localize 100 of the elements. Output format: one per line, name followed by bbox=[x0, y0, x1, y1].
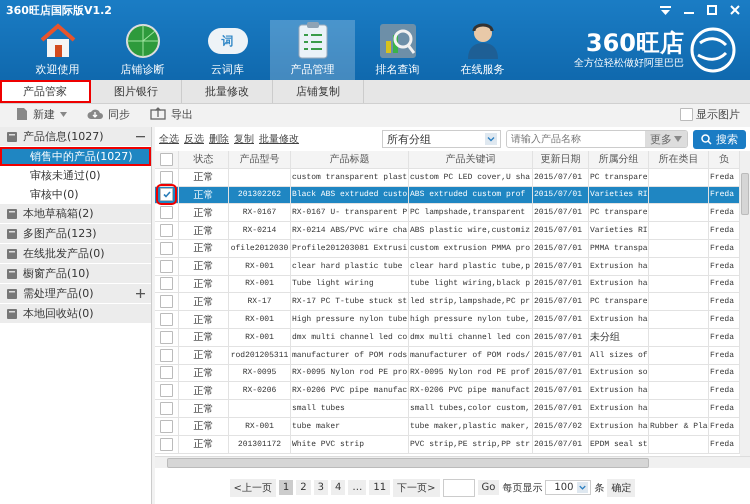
table-row[interactable]: 正常 RX-001 Tube light wiring tube light wiring,black p 2015/07/01 Extrusion ha Freda bbox=[155, 276, 740, 294]
nav-tab[interactable]: 排名查询 bbox=[355, 20, 440, 80]
nav-tab[interactable]: 店铺诊断 bbox=[100, 20, 185, 80]
column-header[interactable]: 状态 bbox=[179, 151, 229, 168]
row-checkbox[interactable] bbox=[160, 277, 173, 290]
table-cell: Freda bbox=[710, 172, 734, 182]
table-row[interactable]: 正常 RX-001 clear hard plastic tube clear hard plastic tube,p 2015/07/01 Extrusion ha Freda bbox=[155, 258, 740, 276]
table-row[interactable]: 正常 RX-0214 RX-0214 ABS/PVC wire cha ABS plastic wire,customiz 2015/07/01 Varieties RI Freda bbox=[155, 222, 740, 240]
row-checkbox[interactable] bbox=[160, 313, 173, 326]
row-checkbox[interactable] bbox=[160, 438, 173, 451]
table-row[interactable]: 正常 RX-0206 RX-0206 PVC pipe manufac RX-0206 PVC pipe manufact 2015/07/01 Extrusion ha Freda bbox=[155, 382, 740, 400]
row-checkbox[interactable] bbox=[160, 170, 173, 184]
table-cell: Extrusion ha bbox=[590, 386, 648, 396]
sidebar-group[interactable]: 本地草稿箱(2) bbox=[0, 204, 151, 224]
group-dropdown[interactable]: 所有分组 bbox=[382, 130, 501, 148]
column-header[interactable]: 更新日期 bbox=[533, 151, 589, 168]
table-row[interactable]: 正常 201302262 Black ABS extruded custo ABS extruded custom prof 2015/07/01 Varieties RI Freda bbox=[155, 186, 740, 204]
row-checkbox[interactable] bbox=[160, 242, 173, 255]
page-button[interactable]: 3 bbox=[314, 480, 328, 495]
show-images-checkbox[interactable]: 显示图片 bbox=[680, 106, 740, 122]
table-row[interactable]: 正常 RX-17 RX-17 PC T-tube stuck st led strip,lampshade,PC pr 2015/07/01 PC transpare Freda bbox=[155, 293, 740, 312]
chevron-icon bbox=[577, 482, 588, 493]
sidebar-group[interactable]: 橱窗产品(10) bbox=[0, 264, 151, 284]
column-header[interactable]: 所在类目 bbox=[649, 151, 709, 168]
page-input[interactable] bbox=[442, 478, 475, 496]
column-header[interactable]: 产品型号 bbox=[229, 151, 291, 168]
menu-icon[interactable] bbox=[660, 6, 671, 14]
toolbar-button[interactable]: 同步 bbox=[87, 106, 130, 122]
table-cell: Freda bbox=[710, 368, 734, 378]
sub-tab[interactable]: 图片银行 bbox=[91, 80, 182, 103]
sidebar-group[interactable]: 产品信息(1027) bbox=[0, 127, 151, 147]
table-row[interactable]: 正常 RX-0095 RX-0095 Nylon rod PE pro RX-0095 Nylon rod PE prof 2015/07/01 Extrusion so Freda bbox=[155, 364, 740, 382]
table-row[interactable]: 正常 small tubes small tubes,color custom, 2015/07/01 Extrusion ha Freda bbox=[155, 400, 740, 418]
nav-tab[interactable]: 欢迎使用 bbox=[15, 20, 100, 80]
confirm-button[interactable]: 确定 bbox=[607, 478, 636, 496]
row-checkbox[interactable] bbox=[160, 295, 173, 308]
table-row[interactable]: 正常 RX-001 High pressure nylon tube high pressure nylon tube, 2015/07/01 Extrusion ha Freda bbox=[155, 311, 740, 329]
horizontal-scrollbar[interactable] bbox=[155, 456, 750, 468]
sidebar-group[interactable]: 多图产品(123) bbox=[0, 224, 151, 244]
sub-tab[interactable]: 批量修改 bbox=[182, 80, 273, 103]
toolbar-button[interactable]: 导出 bbox=[150, 106, 193, 122]
sub-tab[interactable]: 产品管家 bbox=[0, 80, 91, 103]
action-link[interactable]: 复制 bbox=[234, 132, 254, 146]
table-row[interactable]: 正常 rod201205311 manufacturer of POM rods manufacturer of POM rods/ 2015/07/01 All sizes of Freda bbox=[155, 346, 740, 365]
more-button[interactable]: 更多 bbox=[645, 131, 687, 147]
table-row[interactable]: 正常 RX-001 dmx multi channel led co dmx multi channel led con 2015/07/01 未分组 Freda bbox=[155, 328, 740, 347]
sub-tab[interactable]: 店铺复制 bbox=[273, 80, 364, 103]
expand-icon[interactable] bbox=[136, 289, 145, 298]
action-link[interactable]: 反选 bbox=[184, 132, 204, 146]
action-link[interactable]: 全选 bbox=[159, 132, 179, 146]
page-button[interactable]: 1 bbox=[278, 480, 294, 495]
sidebar-item[interactable]: 销售中的产品(1027) bbox=[0, 147, 151, 166]
page-button[interactable]: 4 bbox=[331, 480, 346, 495]
row-checkbox[interactable] bbox=[160, 206, 173, 220]
table-cell: Freda bbox=[710, 350, 734, 360]
table-cell-text: 正常 bbox=[194, 242, 214, 256]
search-button[interactable]: 搜索 bbox=[693, 130, 746, 148]
sidebar-group[interactable]: 在线批发产品(0) bbox=[0, 244, 151, 264]
checkbox[interactable] bbox=[680, 108, 693, 120]
table-row[interactable]: 正常 RX-0167 RX-0167 U- transparent P PC lampshade,transparent 2015/07/01 PC transpare Freda bbox=[155, 204, 740, 222]
prev-page-button[interactable]: <上一页 bbox=[230, 478, 276, 496]
row-checkbox[interactable] bbox=[160, 224, 173, 238]
table-row[interactable]: 正常 ofile2012030 Profile201203081 Extrusi custom extrusion PMMA pro 2015/07/01 PMMA transpa Freda bbox=[155, 240, 740, 258]
vertical-scrollbar[interactable] bbox=[740, 151, 750, 456]
next-page-button[interactable]: 下一页> bbox=[393, 478, 440, 496]
nav-tab[interactable]: 词 云词库 bbox=[185, 20, 270, 80]
row-checkbox[interactable] bbox=[160, 330, 173, 344]
per-page-dropdown[interactable]: 100 bbox=[545, 480, 592, 495]
go-button[interactable]: Go bbox=[478, 480, 500, 495]
table-cell: Tube light wiring bbox=[292, 279, 374, 288]
table-row[interactable]: 正常 RX-001 tube maker tube maker,plastic maker, 2015/07/02 Extrusion ha Rubber & Pla Freda bbox=[155, 418, 740, 436]
nav-tab[interactable]: 在线服务 bbox=[440, 20, 525, 80]
table-row[interactable]: 正常 201301172 White PVC strip PVC strip,PE strip,PP str 2015/07/01 EPDM seal st Freda bbox=[155, 436, 740, 454]
row-checkbox[interactable] bbox=[160, 420, 173, 433]
column-header[interactable]: 产品标题 bbox=[291, 151, 409, 168]
row-checkbox[interactable] bbox=[160, 402, 173, 416]
action-link[interactable]: 批量修改 bbox=[259, 132, 299, 146]
sidebar-group[interactable]: 本地回收站(0) bbox=[0, 304, 151, 324]
action-link[interactable]: 删除 bbox=[209, 132, 229, 146]
column-header[interactable]: 所属分组 bbox=[589, 151, 649, 168]
table-cell: 2015/07/01 bbox=[534, 297, 582, 306]
column-header[interactable]: 产品关键词 bbox=[409, 151, 533, 168]
nav-tab[interactable]: 产品管理 bbox=[270, 20, 355, 80]
page-button[interactable]: 11 bbox=[369, 480, 390, 495]
table-cell: Varieties RI bbox=[590, 226, 648, 236]
page-button[interactable]: … bbox=[348, 480, 366, 495]
close-icon[interactable] bbox=[730, 5, 740, 15]
maximize-icon[interactable] bbox=[707, 5, 717, 15]
page-button[interactable]: 2 bbox=[296, 480, 311, 495]
table-cell-text: 正常 bbox=[194, 206, 214, 220]
select-all-checkbox[interactable] bbox=[160, 152, 173, 166]
table-row[interactable]: 正常 custom transparent plast custom PC LED cover,U sha 2015/07/01 PC transpare Freda bbox=[155, 168, 740, 187]
toolbar-button[interactable]: 新建 bbox=[16, 106, 67, 122]
table-cell: Freda bbox=[710, 386, 734, 396]
table-cell: EPDM seal st bbox=[590, 440, 648, 449]
row-checkbox[interactable] bbox=[160, 366, 173, 380]
sidebar-group[interactable]: 需处理产品(0) bbox=[0, 284, 151, 304]
row-checkbox[interactable] bbox=[160, 348, 173, 362]
row-checkbox[interactable] bbox=[160, 260, 173, 273]
row-checkbox[interactable] bbox=[160, 384, 173, 398]
